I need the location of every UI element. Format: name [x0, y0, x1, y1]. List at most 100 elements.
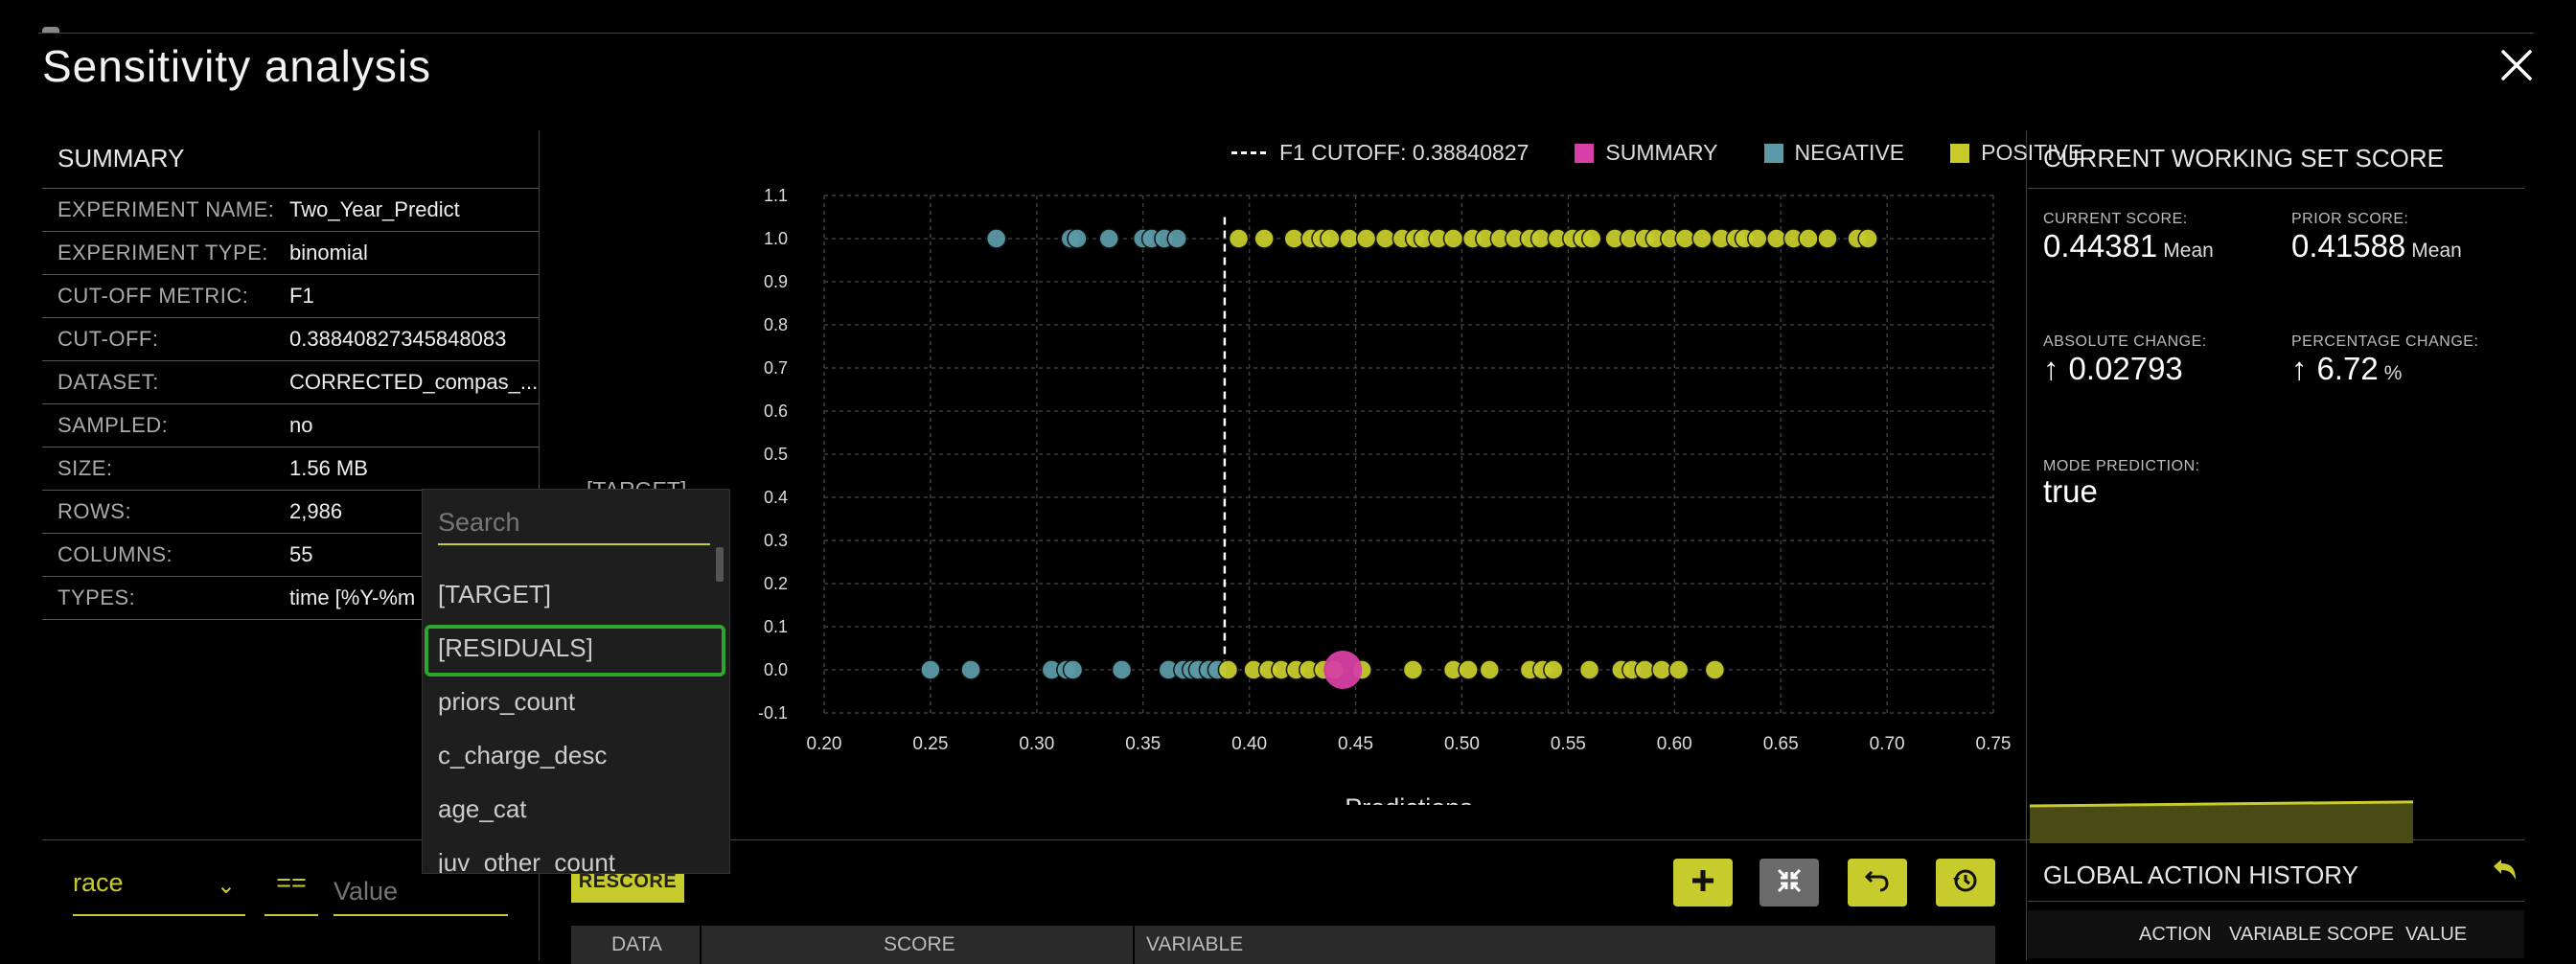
positive-point — [1747, 228, 1768, 249]
filter-column-select[interactable]: race ⌄ — [73, 868, 245, 916]
positive-point — [1458, 659, 1479, 680]
prior-score: 0.41588 Mean — [2291, 228, 2462, 264]
reset-history-button[interactable] — [1936, 859, 1995, 907]
positive-point — [1254, 228, 1275, 249]
negative-point — [920, 659, 941, 680]
percentage-change-value: 6.72 — [2316, 351, 2379, 386]
y-tick-label: 0.2 — [764, 574, 788, 593]
dropdown-item-residuals[interactable]: [RESIDUALS] — [438, 633, 593, 663]
legend-negative[interactable]: NEGATIVE — [1763, 140, 1905, 166]
positive-point — [1857, 228, 1878, 249]
positive-point — [1817, 228, 1838, 249]
y-tick-label: 1.1 — [764, 186, 788, 205]
current-score-unit: Mean — [2163, 240, 2214, 262]
y-tick-label: 0.8 — [764, 315, 788, 334]
negative-point — [1067, 228, 1088, 249]
undo-icon — [1863, 866, 1892, 900]
summary-row: SAMPLED: no — [42, 403, 539, 447]
summary-value: binomial — [289, 241, 368, 264]
summary-row: SIZE: 1.56 MB — [42, 447, 539, 490]
x-tick-label: 0.50 — [1444, 734, 1480, 754]
history-col-action: ACTION — [2139, 924, 2212, 945]
col-variable: VARIABLE — [1146, 933, 1244, 955]
col-data: DATA — [611, 933, 662, 955]
y-tick-label: -0.1 — [758, 703, 788, 723]
prior-score-value: 0.41588 — [2291, 228, 2406, 264]
negative-point — [1111, 659, 1133, 680]
current-score: 0.44381 Mean — [2043, 228, 2214, 264]
score-panel: CURRENT WORKING SET SCORE — [2028, 130, 2524, 189]
close-icon[interactable] — [2496, 44, 2538, 86]
chart-legend: F1 CUTOFF: 0.38840827 SUMMARY NEGATIVE P… — [1231, 140, 2082, 166]
summary-value: 1.56 MB — [289, 456, 368, 480]
dash-line-icon — [1231, 151, 1266, 154]
x-tick-label: 0.75 — [1976, 734, 2012, 754]
top-divider — [38, 33, 2534, 34]
summary-swatch — [1575, 143, 1595, 163]
x-tick-label: 0.45 — [1338, 734, 1373, 754]
negative-point — [960, 659, 981, 680]
positive-point — [1320, 228, 1341, 249]
positive-point — [1217, 659, 1239, 680]
add-button[interactable] — [1673, 859, 1733, 907]
negative-point — [1166, 228, 1187, 249]
positive-point — [1543, 659, 1564, 680]
summary-key: COLUMNS: — [58, 542, 173, 566]
dropdown-scrollbar[interactable] — [716, 547, 724, 582]
dropdown-item-target[interactable]: [TARGET] — [438, 580, 551, 609]
dropdown-item-age-cat[interactable]: age_cat — [438, 794, 527, 824]
percentage-change: ↑ 6.72% — [2291, 351, 2402, 387]
x-axis-label: Predictions — [1345, 793, 1473, 805]
positive-point — [1578, 659, 1600, 680]
y-tick-label: 0.7 — [764, 358, 788, 378]
summary-row: EXPERIMENT NAME: Two_Year_Predict — [42, 188, 539, 231]
summary-title: SUMMARY — [58, 144, 185, 172]
dropdown-item-juv-other-count[interactable]: juv_other_count — [438, 848, 615, 873]
dropdown-item-priors-count[interactable]: priors_count — [438, 687, 575, 717]
top-tab-marker — [42, 27, 59, 33]
summary-value: time [%Y-%m — [289, 585, 416, 609]
x-tick-label: 0.35 — [1125, 734, 1161, 754]
x-tick-label: 0.70 — [1870, 734, 1905, 754]
legend-summary[interactable]: SUMMARY — [1575, 140, 1718, 166]
summary-value: CORRECTED_compas_... — [289, 370, 539, 394]
undo-button[interactable] — [1848, 859, 1907, 907]
dropdown-item-c-charge-desc[interactable]: c_charge_desc — [438, 741, 607, 770]
summary-key: SAMPLED: — [58, 413, 169, 437]
prior-score-unit: Mean — [2411, 240, 2462, 262]
dropdown-search-input[interactable]: Search — [438, 501, 710, 545]
arrow-up-icon: ↑ — [2291, 351, 2308, 386]
scatter-chart[interactable]: 0.20 0.25 0.30 0.35 0.40 0.45 0.50 0.55 0.60 0.65… — [709, 172, 2012, 805]
summary-key: CUT-OFF METRIC: — [58, 284, 249, 308]
negative-point — [985, 228, 1007, 249]
summary-value: Two_Year_Predict — [289, 197, 460, 221]
positive-swatch — [1950, 143, 1970, 163]
legend-cutoff: F1 CUTOFF: 0.38840827 — [1231, 140, 1529, 166]
variable-dropdown[interactable]: Search [TARGET] [RESIDUALS] priors_count… — [422, 489, 730, 874]
current-score-label: CURRENT SCORE: — [2043, 211, 2188, 227]
history-icon — [1951, 866, 1980, 900]
score-area-chart — [2030, 800, 2414, 843]
filter-value-input[interactable] — [334, 868, 508, 916]
history-table-header: ACTION VARIABLE SCOPE VALUE — [2028, 910, 2524, 958]
mode-prediction-value: true — [2043, 473, 2098, 509]
y-tick-label: 1.0 — [764, 229, 788, 248]
percentage-change-unit: % — [2383, 362, 2403, 384]
collapse-button[interactable] — [1760, 859, 1819, 907]
y-tick-label: 0.1 — [764, 617, 788, 636]
history-title: GLOBAL ACTION HISTORY — [2043, 861, 2358, 889]
prior-score-label: PRIOR SCORE: — [2291, 211, 2409, 227]
undo-history-icon[interactable] — [2490, 857, 2518, 890]
x-tick-label: 0.60 — [1657, 734, 1692, 754]
page-title: Sensitivity analysis — [42, 41, 432, 91]
y-tick-label: 0.0 — [764, 660, 788, 679]
score-divider — [2026, 130, 2027, 960]
compress-icon — [1776, 867, 1803, 899]
x-tick-label: 0.30 — [1019, 734, 1054, 754]
filter-operator-select[interactable]: == — [264, 868, 318, 916]
current-score-value: 0.44381 — [2043, 228, 2158, 264]
legend-negative-label: NEGATIVE — [1794, 140, 1905, 165]
results-table-header: DATA SCORE VARIABLE — [571, 926, 1995, 964]
positive-point — [1479, 659, 1501, 680]
filter-column-value: race — [73, 868, 124, 897]
